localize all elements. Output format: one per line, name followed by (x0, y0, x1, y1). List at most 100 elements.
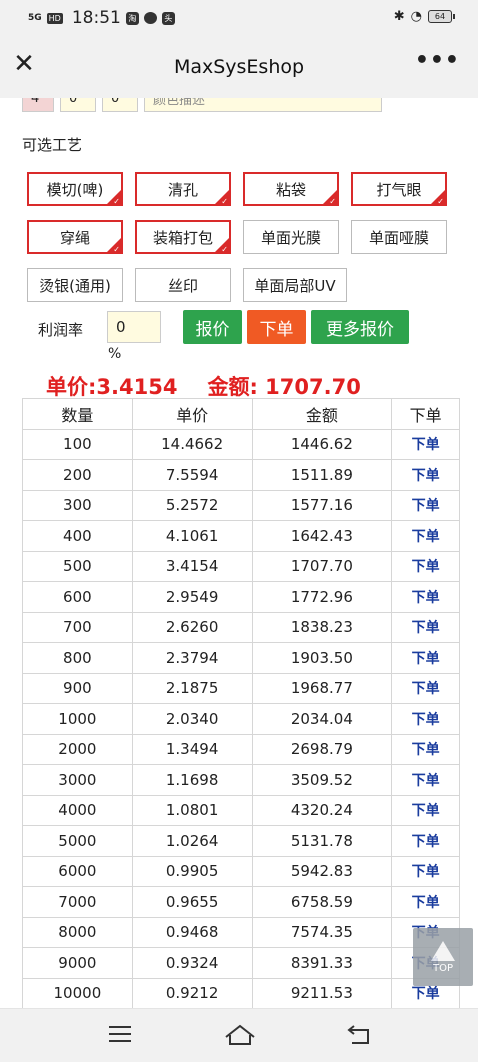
row-unit-price: 0.9212 (131, 977, 253, 1008)
unit-price-value: 3.4154 (96, 375, 178, 399)
craft-option-silkscreen[interactable]: 丝印 (135, 268, 231, 302)
header-amount: 金额 (251, 398, 393, 430)
row-quantity: 300 (22, 489, 133, 521)
row-unit-price: 14.4662 (131, 428, 253, 460)
table-row: 500 3.4154 1707.70 下单 (22, 550, 460, 582)
quote-button[interactable]: 报价 (183, 310, 242, 344)
table-row: 80000.94687574.35下单 (22, 916, 460, 948)
page-content: 4 0 0 颜色描述 可选工艺 模切(啤) 清孔 粘袋 打气眼 穿绳 装箱打包 … (0, 98, 478, 1008)
page-title: MaxSysEshop (173, 56, 305, 78)
row-order-link[interactable]: 下单 (391, 581, 460, 613)
row-unit-price: 0.9655 (131, 886, 253, 918)
row-unit-price: 0.9468 (131, 916, 253, 948)
row-order-link[interactable]: 下单 (391, 520, 460, 552)
back-icon[interactable] (340, 1021, 376, 1049)
color-count-input-2[interactable]: 0 (60, 98, 96, 112)
row-amount: 2034.04 (251, 703, 393, 735)
row-quantity: 1000 (22, 703, 133, 735)
table-row: 3000 1.1698 3509.52 下单 (22, 764, 460, 796)
table-row: 600 2.9549 1772.96 下单 (22, 581, 460, 613)
unit-price-label: 单价: (46, 375, 97, 399)
row-order-link[interactable]: 下单 (391, 672, 460, 704)
row-unit-price: 4.1061 (131, 520, 253, 552)
row-order-link[interactable]: 下单 (391, 642, 460, 674)
row-unit-price: 1.0264 (131, 825, 253, 857)
more-menu-icon[interactable]: ••• (415, 48, 460, 73)
row-order-link[interactable]: 下单 (391, 489, 460, 521)
hd-icon: HD (46, 12, 63, 24)
taobao-icon: 淘 (125, 11, 139, 25)
row-unit-price: 0.9324 (131, 947, 253, 979)
color-description-input[interactable]: 颜色描述 (144, 98, 382, 112)
craft-option-rope[interactable]: 穿绳 (27, 220, 123, 254)
row-amount: 8391.33 (251, 947, 393, 979)
row-order-link[interactable]: 下单 (391, 825, 460, 857)
row-order-link[interactable]: 下单 (391, 794, 460, 826)
wifi-icon: ◔ (410, 9, 422, 24)
row-amount: 1577.16 (251, 489, 393, 521)
news-icon: 头 (161, 11, 175, 25)
row-quantity: 500 (22, 550, 133, 582)
clock: 18:51 (71, 8, 121, 28)
row-amount: 9211.53 (251, 977, 393, 1008)
nav-bar: ✕ MaxSysEshop ••• (0, 36, 478, 98)
row-quantity: 400 (22, 520, 133, 552)
craft-option-matte-film[interactable]: 单面哑膜 (351, 220, 447, 254)
row-order-link[interactable]: 下单 (391, 703, 460, 735)
table-row: 6000 0.9905 5942.83 下单 (22, 855, 460, 887)
scroll-top-button[interactable]: TOP (413, 928, 473, 986)
row-quantity: 900 (22, 672, 133, 704)
table-row: 900 2.1875 1968.77 下单 (22, 672, 460, 704)
more-quote-button[interactable]: 更多报价 (311, 310, 409, 344)
color-row: 4 0 0 颜色描述 (22, 98, 382, 112)
craft-option-gloss-film[interactable]: 单面光膜 (243, 220, 339, 254)
row-quantity: 9000 (22, 947, 133, 979)
row-quantity: 5000 (22, 825, 133, 857)
row-quantity: 600 (22, 581, 133, 613)
price-summary: 单价:3.4154 金额: 1707.70 (46, 371, 361, 401)
row-amount: 4320.24 (251, 794, 393, 826)
header-quantity: 数量 (22, 398, 133, 430)
craft-option-silver-foil[interactable]: 烫银(通用) (27, 268, 123, 302)
row-order-link[interactable]: 下单 (391, 764, 460, 796)
row-unit-price: 7.5594 (131, 459, 253, 491)
status-bar: 5G HD 18:51 淘 头 ✱ ◔ 64 (0, 0, 478, 36)
row-order-link[interactable]: 下单 (391, 886, 460, 918)
row-amount: 5942.83 (251, 855, 393, 887)
craft-option-bag-glue[interactable]: 粘袋 (243, 172, 339, 206)
table-row: 1000 2.0340 2034.04 下单 (22, 703, 460, 735)
row-amount: 1446.62 (251, 428, 393, 460)
table-row: 800 2.3794 1903.50 下单 (22, 642, 460, 674)
table-row: 400 4.1061 1642.43 下单 (22, 520, 460, 552)
order-button[interactable]: 下单 (247, 310, 306, 344)
arrow-up-icon (431, 940, 455, 961)
craft-option-die-cut[interactable]: 模切(啤) (27, 172, 123, 206)
craft-option-packing[interactable]: 装箱打包 (135, 220, 231, 254)
message-icon (143, 12, 157, 24)
amount-label: 金额: (207, 375, 266, 399)
menu-icon[interactable] (102, 1021, 138, 1049)
table-header-row: 数量 单价 金额 下单 (22, 398, 460, 430)
row-quantity: 2000 (22, 733, 133, 765)
row-unit-price: 5.2572 (131, 489, 253, 521)
profit-input[interactable]: 0 (107, 311, 161, 343)
signal-icon: 5G (28, 12, 42, 23)
row-order-link[interactable]: 下单 (391, 611, 460, 643)
row-order-link[interactable]: 下单 (391, 459, 460, 491)
row-order-link[interactable]: 下单 (391, 733, 460, 765)
row-amount: 1642.43 (251, 520, 393, 552)
craft-option-eyelet[interactable]: 打气眼 (351, 172, 447, 206)
row-order-link[interactable]: 下单 (391, 550, 460, 582)
row-amount: 5131.78 (251, 825, 393, 857)
home-icon[interactable] (222, 1021, 258, 1049)
color-count-input-1[interactable]: 4 (22, 98, 54, 112)
craft-option-spot-uv[interactable]: 单面局部UV (243, 268, 347, 302)
price-table: 数量 单价 金额 下单 100 14.4662 1446.62 下单 200 7.5594… (22, 398, 460, 1008)
header-order: 下单 (391, 398, 460, 430)
row-order-link[interactable]: 下单 (391, 855, 460, 887)
system-nav-bar (0, 1008, 478, 1062)
row-order-link[interactable]: 下单 (391, 428, 460, 460)
craft-option-hole-clean[interactable]: 清孔 (135, 172, 231, 206)
color-count-input-3[interactable]: 0 (102, 98, 138, 112)
row-unit-price: 1.1698 (131, 764, 253, 796)
